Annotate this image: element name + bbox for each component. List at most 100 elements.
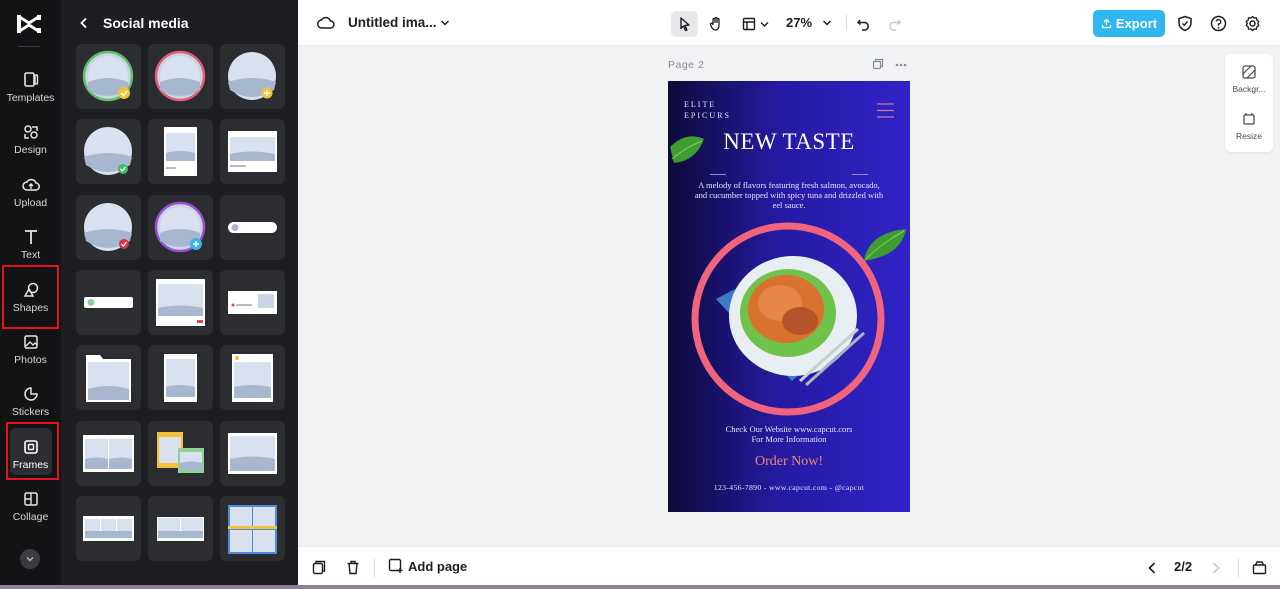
frame-tile[interactable] [220, 270, 285, 335]
frame-story-icon [232, 354, 273, 402]
frame-circle-plus-icon [228, 52, 276, 100]
shield-check-icon[interactable] [1177, 15, 1193, 32]
frame-tile[interactable] [220, 345, 285, 410]
poster-contact: 123-456-7890 - www.capcut.com - @capcut [713, 483, 865, 492]
document-title[interactable]: Untitled ima... [348, 15, 437, 30]
rail-item-design[interactable]: Design [0, 119, 61, 167]
frame-circle-green-icon [82, 50, 134, 102]
bottom-bar: Add page 2/2 [298, 546, 1280, 589]
frame-tile[interactable] [148, 345, 213, 410]
chevron-down-icon[interactable] [440, 19, 450, 27]
highlight-frames [6, 422, 59, 480]
frame-tile[interactable] [148, 119, 213, 184]
export-button[interactable]: Export [1093, 10, 1165, 37]
back-chevron-icon[interactable] [79, 17, 89, 29]
frame-tile[interactable] [220, 421, 285, 486]
panel-title: Social media [103, 15, 189, 31]
window-bottom-strip [0, 585, 1280, 589]
toolbar-divider [846, 15, 847, 31]
undo-icon[interactable] [856, 15, 872, 31]
frames-panel: Social media [61, 0, 298, 589]
add-page-icon [388, 558, 403, 573]
frame-tile[interactable] [148, 270, 213, 335]
rail-label: Photos [14, 354, 47, 366]
frame-tile[interactable] [76, 345, 141, 410]
rail-item-upload[interactable]: Upload [0, 172, 61, 220]
frame-tile[interactable] [76, 195, 141, 260]
rail-expand-button[interactable] [20, 549, 40, 569]
add-page-button[interactable]: Add page [388, 558, 467, 574]
duplicate-page-icon[interactable] [872, 58, 884, 70]
side-tool-background[interactable]: Backgr... [1225, 84, 1273, 94]
brand-line2: EPICURS [684, 111, 731, 120]
frame-tile[interactable] [148, 44, 213, 109]
chevron-down-icon [760, 21, 768, 27]
cursor-arrow-icon [679, 17, 690, 32]
help-icon[interactable] [1210, 15, 1227, 32]
frame-tile[interactable] [76, 44, 141, 109]
rail-item-templates[interactable]: Templates [0, 67, 61, 115]
copy-page-icon[interactable] [312, 560, 326, 575]
frame-circle-purple-icon [154, 201, 206, 253]
poster-cta: Order Now! [754, 454, 824, 469]
frame-post-portrait-icon [164, 127, 197, 176]
frame-tile[interactable] [148, 421, 213, 486]
poster-rule-left [710, 174, 726, 175]
frame-tile[interactable] [76, 270, 141, 335]
website-line2: For More Information [751, 434, 827, 444]
rail-label: Text [20, 249, 41, 261]
side-tools-card: Backgr... Resize [1225, 54, 1273, 152]
templates-icon [23, 72, 38, 87]
frame-tile[interactable] [148, 496, 213, 561]
frame-folder-icon [86, 355, 131, 402]
frame-tile[interactable] [220, 496, 285, 561]
frame-tile[interactable] [76, 496, 141, 561]
prev-page-icon[interactable] [1148, 562, 1156, 574]
collage-icon [23, 492, 38, 506]
pages-overview-icon[interactable] [1252, 560, 1267, 575]
settings-gear-icon[interactable] [1244, 15, 1261, 32]
highlight-shapes [2, 265, 59, 329]
top-toolbar: Untitled ima... 27% Export [298, 0, 1280, 46]
frame-tile[interactable] [148, 195, 213, 260]
chevron-down-icon[interactable] [822, 19, 832, 27]
bottom-divider [1238, 559, 1239, 577]
capcut-logo-icon[interactable] [14, 10, 44, 38]
poster-website: Check Our Website www.capcut.cors For Mo… [688, 424, 890, 444]
cloud-save-icon[interactable] [317, 15, 335, 31]
frame-circle-pink-icon [154, 50, 206, 102]
side-tool-resize[interactable]: Resize [1225, 131, 1273, 141]
more-options-icon[interactable] [895, 63, 907, 67]
page-label: Page 2 [668, 59, 705, 71]
rail-divider [18, 46, 40, 47]
frame-tile[interactable] [220, 119, 285, 184]
design-poster[interactable]: ELITE EPICURS NEW TASTE A melody of flav… [668, 81, 910, 512]
rail-label: Collage [12, 511, 49, 523]
next-page-icon[interactable] [1212, 562, 1220, 574]
trash-icon[interactable] [346, 560, 360, 575]
zoom-level[interactable]: 27% [786, 15, 812, 30]
frame-post-icon [156, 279, 205, 326]
frame-tile[interactable] [220, 195, 285, 260]
frame-tile[interactable] [220, 44, 285, 109]
frame-tile[interactable] [76, 119, 141, 184]
rail-item-collage[interactable]: Collage [0, 486, 61, 534]
rail-item-photos[interactable]: Photos [0, 329, 61, 377]
frame-post-landscape-icon [228, 131, 277, 172]
resize-icon[interactable] [1242, 112, 1256, 126]
rail-label: Upload [13, 197, 48, 209]
rail-label: Stickers [11, 406, 50, 418]
redo-icon[interactable] [886, 15, 902, 31]
frame-tile[interactable] [76, 421, 141, 486]
background-icon[interactable] [1242, 65, 1256, 79]
layout-dropdown-button[interactable] [738, 11, 772, 37]
rail-label: Design [14, 144, 47, 156]
rail-label: Templates [6, 92, 55, 104]
hand-tool-button[interactable] [703, 11, 729, 37]
export-label: Export [1115, 16, 1158, 31]
photos-icon [23, 335, 38, 349]
select-tool-button[interactable] [671, 11, 698, 37]
poster-description: A melody of flavors featuring fresh salm… [694, 180, 884, 210]
add-page-label: Add page [408, 558, 468, 574]
frame-triple-icon [83, 516, 134, 541]
